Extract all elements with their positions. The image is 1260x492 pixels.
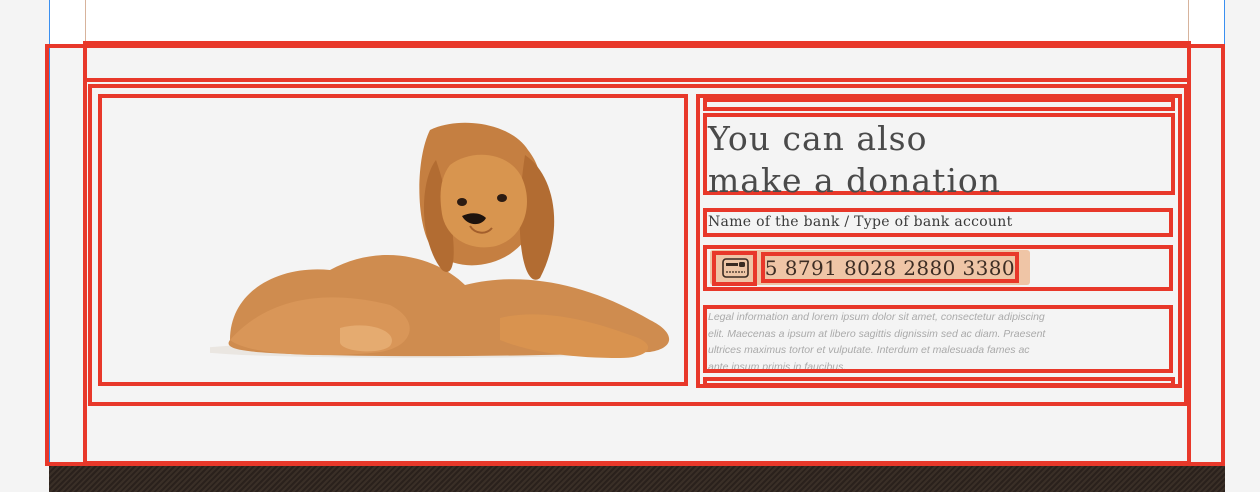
guide-inner-right <box>1188 0 1189 44</box>
footer-bar <box>49 466 1225 492</box>
legal-text: Legal information and lorem ipsum dolor … <box>708 311 1046 369</box>
bank-account-label: Name of the bank / Type of bank account <box>708 214 1013 230</box>
section-top-row-outline <box>83 78 1189 82</box>
donation-column-bottom-outline <box>703 377 1175 387</box>
page-top-area <box>49 0 1225 44</box>
account-number[interactable]: 3380 2880 8028 8791 7435 <box>763 255 1015 282</box>
guide-inner-left <box>85 0 86 44</box>
dog-image <box>210 122 670 358</box>
credit-card-icon <box>722 258 749 278</box>
donation-column-top-outline <box>703 98 1175 111</box>
donation-title: You can also make a donation <box>708 119 1002 200</box>
